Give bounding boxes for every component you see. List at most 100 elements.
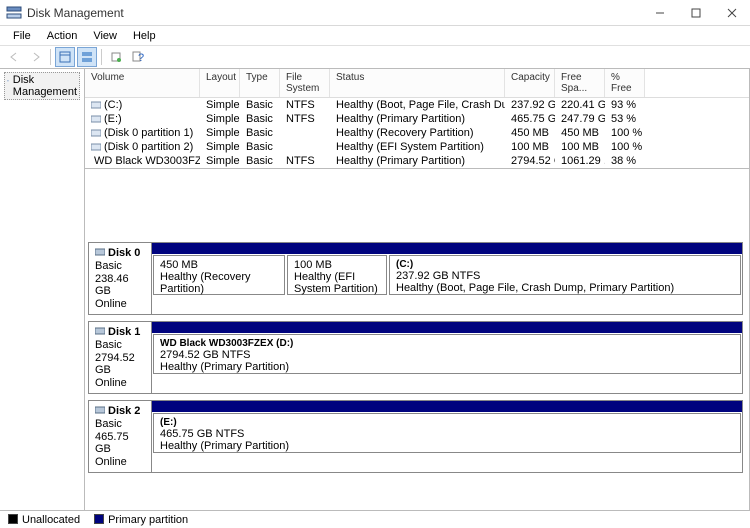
- graphical-view[interactable]: Disk 0Basic238.46 GBOnline450 MBHealthy …: [85, 239, 749, 510]
- tree-root[interactable]: Disk Management: [4, 72, 80, 100]
- volume-status: Healthy (Boot, Page File, Crash Dump, Pr…: [336, 99, 505, 111]
- volume-row[interactable]: (E:)SimpleBasicNTFSHealthy (Primary Part…: [85, 112, 749, 126]
- volume-free: 450 MB: [561, 127, 599, 139]
- col-capacity[interactable]: Capacity: [505, 69, 555, 97]
- col-layout[interactable]: Layout: [200, 69, 240, 97]
- disk-size: 465.75 GB: [95, 431, 145, 455]
- partition-block[interactable]: 100 MBHealthy (EFI System Partition): [287, 255, 387, 295]
- volume-list[interactable]: Volume Layout Type File System Status Ca…: [85, 69, 749, 169]
- menu-file[interactable]: File: [6, 28, 38, 44]
- col-filesystem[interactable]: File System: [280, 69, 330, 97]
- col-status[interactable]: Status: [330, 69, 505, 97]
- main-pane: Disk Management Volume Layout Type File …: [0, 69, 750, 510]
- disk-stripe: [152, 401, 742, 412]
- graphical-view-button[interactable]: [77, 47, 97, 67]
- disk-header[interactable]: Disk 0Basic238.46 GBOnline: [89, 243, 152, 314]
- volume-free: 247.79 GB: [561, 113, 599, 125]
- volume-pctfree: 38 %: [611, 155, 636, 167]
- maximize-button[interactable]: [678, 0, 714, 26]
- volume-row[interactable]: WD Black WD3003FZEX (D:)SimpleBasicNTFSH…: [85, 154, 749, 168]
- partition-size: 450 MB: [160, 259, 278, 271]
- disk-block[interactable]: Disk 1Basic2794.52 GBOnlineWD Black WD30…: [88, 321, 743, 394]
- partition-container: 450 MBHealthy (Recovery Partition)100 MB…: [152, 254, 742, 296]
- volume-status: Healthy (EFI System Partition): [336, 141, 484, 153]
- col-percentfree[interactable]: % Free: [605, 69, 645, 97]
- volume-row[interactable]: (C:) Simple Basic NTFS Healthy (Boot, Page F…: [85, 98, 749, 112]
- menubar: File Action View Help: [0, 26, 750, 45]
- menu-action[interactable]: Action: [40, 28, 85, 44]
- disk-title: Disk 2: [108, 405, 140, 417]
- refresh-button[interactable]: [106, 47, 126, 67]
- volume-free: 220.41 GB: [561, 99, 599, 111]
- disk-title: Disk 1: [108, 326, 140, 338]
- tree-root-label: Disk Management: [13, 74, 77, 98]
- volume-layout: Simple: [206, 155, 240, 167]
- disk-type: Basic: [95, 339, 145, 351]
- volume-name: (E:): [104, 113, 122, 125]
- forward-button[interactable]: [26, 47, 46, 67]
- menu-help[interactable]: Help: [126, 28, 163, 44]
- disk-block[interactable]: Disk 0Basic238.46 GBOnline450 MBHealthy …: [88, 242, 743, 315]
- disk-state: Online: [95, 377, 145, 389]
- volume-name: (C:): [104, 99, 122, 111]
- volume-layout: Simple: [206, 113, 240, 125]
- volume-layout: Simple: [206, 99, 240, 111]
- volume-icon: [91, 114, 101, 124]
- help-button[interactable]: ?: [128, 47, 148, 67]
- partition-size: 237.92 GB NTFS: [396, 270, 734, 282]
- disk-state: Online: [95, 298, 145, 310]
- volume-capacity: 2794.52 GB: [511, 155, 549, 167]
- spacer: [85, 169, 749, 239]
- unallocated-swatch: [8, 514, 18, 524]
- disk-header[interactable]: Disk 2Basic465.75 GBOnline: [89, 401, 152, 472]
- disk-header[interactable]: Disk 1Basic2794.52 GBOnline: [89, 322, 152, 393]
- disk-block[interactable]: Disk 2Basic465.75 GBOnline(E:)465.75 GB …: [88, 400, 743, 473]
- close-button[interactable]: [714, 0, 750, 26]
- legend-unallocated: Unallocated: [8, 514, 80, 526]
- volume-name: (Disk 0 partition 2): [104, 141, 193, 153]
- menu-view[interactable]: View: [86, 28, 124, 44]
- partition-block[interactable]: (E:)465.75 GB NTFSHealthy (Primary Parti…: [153, 413, 741, 453]
- partition-status: Healthy (EFI System Partition): [294, 271, 380, 295]
- minimize-button[interactable]: [642, 0, 678, 26]
- partition-block[interactable]: WD Black WD3003FZEX (D:)2794.52 GB NTFSH…: [153, 334, 741, 374]
- volume-status: Healthy (Primary Partition): [336, 155, 465, 167]
- partition-status: Healthy (Primary Partition): [160, 440, 734, 452]
- volume-icon: [91, 142, 101, 152]
- volume-row[interactable]: (Disk 0 partition 1)SimpleBasicHealthy (…: [85, 126, 749, 140]
- disk-management-icon: [7, 80, 9, 92]
- back-button[interactable]: [4, 47, 24, 67]
- volume-status: Healthy (Primary Partition): [336, 113, 465, 125]
- disk-type: Basic: [95, 260, 145, 272]
- disk-size: 238.46 GB: [95, 273, 145, 297]
- partition-title: WD Black WD3003FZEX (D:): [160, 338, 734, 349]
- col-volume[interactable]: Volume: [85, 69, 200, 97]
- partition-size: 100 MB: [294, 259, 380, 271]
- volume-fs: NTFS: [286, 155, 315, 167]
- volume-fs: NTFS: [286, 113, 315, 125]
- partition-container: (E:)465.75 GB NTFSHealthy (Primary Parti…: [152, 412, 742, 454]
- disk-icon: [95, 326, 105, 336]
- legend: Unallocated Primary partition: [0, 510, 750, 528]
- tree-panel: Disk Management: [0, 69, 85, 510]
- titlebar: Disk Management: [0, 0, 750, 26]
- partition-status: Healthy (Recovery Partition): [160, 271, 278, 295]
- volume-fs: NTFS: [286, 99, 315, 111]
- volume-list-button[interactable]: [55, 47, 75, 67]
- toolbar-separator: [101, 49, 102, 65]
- volume-pctfree: 53 %: [611, 113, 636, 125]
- volume-pctfree: 100 %: [611, 127, 642, 139]
- volume-layout: Simple: [206, 141, 240, 153]
- legend-unallocated-label: Unallocated: [22, 514, 80, 526]
- partition-block[interactable]: 450 MBHealthy (Recovery Partition): [153, 255, 285, 295]
- legend-primary-label: Primary partition: [108, 514, 188, 526]
- volume-type: Basic: [246, 99, 273, 111]
- partition-size: 465.75 GB NTFS: [160, 428, 734, 440]
- window-title: Disk Management: [27, 6, 642, 20]
- volume-row[interactable]: (Disk 0 partition 2)SimpleBasicHealthy (…: [85, 140, 749, 154]
- col-freespace[interactable]: Free Spa...: [555, 69, 605, 97]
- disk-type: Basic: [95, 418, 145, 430]
- col-type[interactable]: Type: [240, 69, 280, 97]
- legend-primary: Primary partition: [94, 514, 188, 526]
- partition-block[interactable]: (C:)237.92 GB NTFSHealthy (Boot, Page Fi…: [389, 255, 741, 295]
